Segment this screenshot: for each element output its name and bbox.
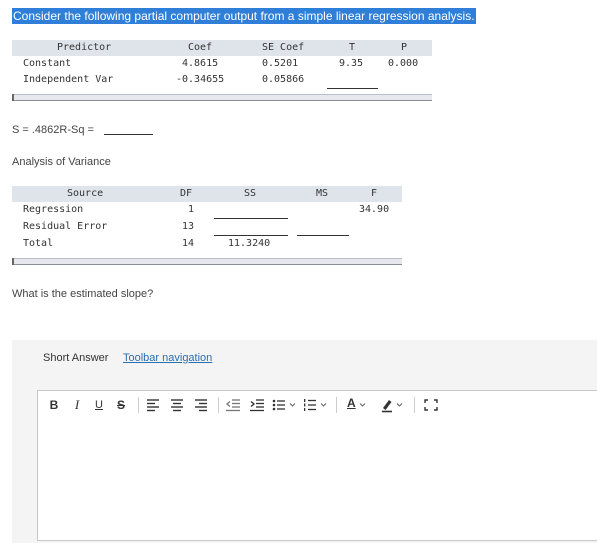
bold-button[interactable]: B: [44, 391, 64, 419]
question-intro: Consider the following partial computer …: [12, 8, 476, 24]
header-df: DF: [180, 188, 193, 199]
align-right-icon[interactable]: [190, 391, 212, 419]
row-constant-p: 0.000: [388, 58, 419, 69]
toolbar-divider: [218, 397, 219, 413]
row-indep-coef: -0.34655: [176, 74, 225, 85]
row-regression-source: Regression: [23, 204, 84, 215]
header-t: T: [349, 42, 356, 53]
indent-icon[interactable]: [246, 391, 268, 419]
toolbar-navigation-link[interactable]: Toolbar navigation: [123, 352, 212, 364]
s-line-text: S = .4862R-Sq =: [12, 124, 94, 136]
row-constant-coef: 4.8615: [182, 58, 219, 69]
ss-residual-blank-line: [214, 235, 288, 236]
header-ss: SS: [244, 188, 257, 199]
header-se-coef: SE Coef: [262, 42, 305, 53]
editor-toolbar: B I U S A: [37, 390, 597, 420]
row-total-source: Total: [23, 238, 54, 249]
short-answer-panel: Short Answer Toolbar navigation B I U S: [12, 340, 597, 543]
italic-button[interactable]: I: [68, 391, 86, 419]
anova-table: Source DF SS MS F Regression 1 34.90 Res…: [12, 186, 402, 266]
coefficients-table: Predictor Coef SE Coef T P Constant 4.86…: [12, 40, 432, 102]
row-indep-se-coef: 0.05866: [262, 74, 305, 85]
align-left-icon[interactable]: [142, 391, 164, 419]
row-regression-df: 1: [188, 204, 195, 215]
row-residual-df: 13: [182, 221, 195, 232]
numbered-list-icon[interactable]: [300, 391, 332, 419]
header-coef: Coef: [188, 42, 213, 53]
anova-title: Analysis of Variance: [12, 156, 111, 168]
row-residual-source: Residual Error: [23, 221, 108, 232]
underline-button[interactable]: U: [90, 391, 108, 419]
row-constant-predictor: Constant: [23, 58, 72, 69]
ms-residual-blank-line: [297, 235, 349, 236]
font-color-button[interactable]: A: [340, 391, 374, 419]
bulleted-list-icon[interactable]: [268, 391, 300, 419]
question-text: What is the estimated slope?: [12, 288, 154, 300]
t-blank-line: [327, 88, 378, 89]
ss-regression-blank-line: [214, 218, 288, 219]
table-scrollbar[interactable]: [12, 94, 432, 101]
anova-table-scrollbar[interactable]: [12, 258, 402, 265]
row-total-ss: 11.3240: [228, 238, 271, 249]
header-p: P: [401, 42, 408, 53]
strikethrough-button[interactable]: S: [112, 391, 130, 419]
r-sq-blank-line: [104, 134, 153, 135]
row-total-df: 14: [182, 238, 195, 249]
toolbar-divider: [138, 397, 139, 413]
row-constant-t: 9.35: [339, 58, 364, 69]
header-source: Source: [67, 188, 104, 199]
toolbar-divider: [414, 397, 415, 413]
s-line: S = .4862R-Sq =: [12, 124, 94, 136]
row-constant-se-coef: 0.5201: [262, 58, 299, 69]
header-predictor: Predictor: [57, 42, 112, 53]
row-regression-f: 34.90: [359, 204, 390, 215]
highlight-color-icon[interactable]: [376, 391, 410, 419]
toolbar-divider: [336, 397, 337, 413]
fullscreen-icon[interactable]: [420, 391, 442, 419]
outdent-icon[interactable]: [222, 391, 244, 419]
header-ms: MS: [316, 188, 329, 199]
row-indep-predictor: Independent Var: [23, 74, 114, 85]
short-answer-label: Short Answer: [43, 352, 109, 364]
header-f: F: [371, 188, 378, 199]
align-center-icon[interactable]: [166, 391, 188, 419]
answer-editor[interactable]: [37, 418, 597, 541]
